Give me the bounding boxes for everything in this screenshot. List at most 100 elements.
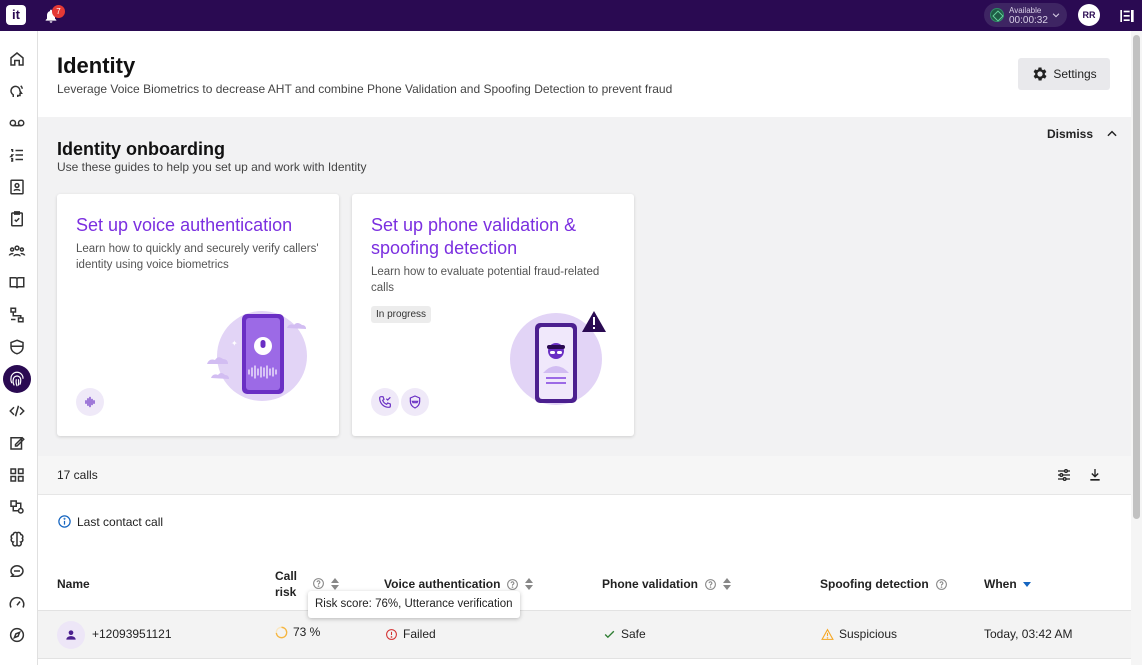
- voice-auth-status: Failed: [403, 627, 436, 641]
- soundwave-icon: [85, 396, 95, 408]
- fraud-phone-illustration: [510, 311, 606, 405]
- card-title[interactable]: Set up voice authentication: [76, 214, 326, 237]
- column-label: When: [984, 577, 1017, 591]
- nav-notes[interactable]: [5, 431, 29, 455]
- risk-value: 73 %: [293, 625, 321, 639]
- main-content: Identity Leverage Voice Biometrics to de…: [38, 31, 1131, 665]
- spoofing-cell: Suspicious: [821, 627, 897, 641]
- nav-apps[interactable]: [5, 463, 29, 487]
- nav-developer[interactable]: [5, 399, 29, 423]
- top-bar: it 7 Available 00:00:32 RR: [0, 0, 1142, 31]
- numbered-list-icon: [9, 149, 23, 162]
- chevron-down-icon: [1052, 13, 1060, 18]
- phone-validation-cell: Safe: [603, 627, 646, 641]
- flow-icon: [10, 307, 24, 323]
- nav-voice[interactable]: [5, 79, 29, 103]
- side-panel-icon[interactable]: [1119, 8, 1135, 24]
- svg-text:✦: ✦: [231, 339, 238, 348]
- help-circle-icon[interactable]: [935, 578, 948, 591]
- when-cell: Today, 03:42 AM: [984, 627, 1073, 641]
- shield-mask-icon: [409, 395, 421, 409]
- scrollbar-thumb[interactable]: [1133, 35, 1140, 519]
- spoofing-status: Suspicious: [839, 627, 898, 641]
- caller-number-text: +12093951121: [92, 627, 172, 641]
- nav-flows[interactable]: [5, 303, 29, 327]
- info-icon: [58, 515, 71, 528]
- nav-integrations[interactable]: [5, 495, 29, 519]
- column-header-spoofing[interactable]: Spoofing detection: [820, 577, 948, 591]
- card-title[interactable]: Set up phone validation & spoofing detec…: [371, 214, 621, 260]
- nav-tasks[interactable]: [5, 207, 29, 231]
- column-header-voice-auth[interactable]: Voice authentication: [384, 577, 534, 591]
- onboarding-subtitle: Use these guides to help you set up and …: [57, 160, 367, 174]
- call-risk-cell[interactable]: 73 %: [275, 625, 320, 639]
- risk-tooltip: Risk score: 76%, Utterance verification: [308, 591, 520, 618]
- last-contact-filter[interactable]: Last contact call: [57, 514, 163, 529]
- column-label: Voice authentication: [384, 577, 501, 591]
- check-icon: [604, 630, 615, 638]
- download-icon[interactable]: [1087, 467, 1103, 483]
- nav-identity[interactable]: [3, 365, 31, 393]
- phone-validation-status: Safe: [621, 627, 646, 641]
- sort-icon[interactable]: [723, 578, 732, 590]
- notification-badge: 7: [52, 5, 65, 18]
- filter-sliders-icon[interactable]: [1056, 467, 1072, 483]
- column-header-when[interactable]: When: [984, 577, 1031, 591]
- chevron-up-icon[interactable]: [1105, 127, 1119, 141]
- settings-button[interactable]: Settings: [1018, 58, 1110, 90]
- nav-lists[interactable]: [5, 143, 29, 167]
- nav-voicemail[interactable]: [5, 111, 29, 135]
- grid-icon: [10, 468, 24, 482]
- when-text: Today, 03:42 AM: [984, 627, 1073, 641]
- compass-icon: [9, 627, 25, 643]
- status-badge: In progress: [371, 306, 432, 323]
- fingerprint-icon: [10, 371, 24, 387]
- nav-security[interactable]: [5, 335, 29, 359]
- status-timer: 00:00:32: [1009, 15, 1048, 26]
- sort-icon[interactable]: [331, 577, 339, 590]
- user-avatar[interactable]: RR: [1078, 4, 1100, 26]
- nav-explore[interactable]: [5, 623, 29, 647]
- clipboard-check-icon: [11, 211, 23, 227]
- settings-label: Settings: [1053, 67, 1097, 81]
- caller-avatar: [57, 621, 85, 649]
- nav-dashboard[interactable]: [5, 591, 29, 615]
- calls-count: 17 calls: [57, 468, 98, 482]
- help-circle-icon[interactable]: [312, 577, 325, 590]
- nav-contacts[interactable]: [5, 175, 29, 199]
- nav-teams[interactable]: [5, 239, 29, 263]
- table-row[interactable]: +12093951121 73 % Failed Safe Suspicious…: [38, 610, 1131, 659]
- edit-note-icon: [10, 436, 25, 450]
- guide-card-phone-validation[interactable]: Set up phone validation & spoofing detec…: [352, 194, 634, 436]
- risk-ring-icon: [275, 626, 288, 638]
- last-contact-label: Last contact call: [77, 514, 164, 529]
- column-header-name[interactable]: Name: [57, 577, 90, 591]
- nav-ai[interactable]: [5, 527, 29, 551]
- onboarding-section: Identity onboarding Use these guides to …: [38, 117, 1131, 456]
- column-label: Spoofing detection: [820, 577, 929, 591]
- agent-status-dropdown[interactable]: Available 00:00:32: [984, 3, 1067, 27]
- voice-auth-cell: Failed: [385, 627, 436, 641]
- phone-check-icon: [379, 396, 391, 408]
- app-logo[interactable]: it: [6, 5, 26, 25]
- code-icon: [9, 405, 25, 417]
- sort-desc-icon[interactable]: [1022, 578, 1031, 590]
- column-header-call-risk[interactable]: Call risk: [275, 568, 297, 600]
- nav-chat[interactable]: [5, 559, 29, 583]
- nav-knowledge[interactable]: [5, 271, 29, 295]
- left-navigation: [0, 31, 38, 665]
- dismiss-button[interactable]: Dismiss: [1047, 127, 1093, 141]
- voice-head-icon: [10, 85, 23, 97]
- column-header-phone-validation[interactable]: Phone validation: [602, 577, 732, 591]
- shield-icon: [10, 339, 24, 355]
- guide-card-voice-auth[interactable]: Set up voice authentication Learn how to…: [57, 194, 339, 436]
- voice-phone-illustration: ✦: [207, 311, 307, 401]
- person-icon: [66, 630, 76, 640]
- help-circle-icon[interactable]: [704, 578, 717, 591]
- vertical-scrollbar[interactable]: [1131, 31, 1142, 665]
- status-label: Available: [1009, 6, 1042, 15]
- nav-home[interactable]: [5, 47, 29, 71]
- soundwave-badge: [76, 388, 104, 416]
- sort-icon[interactable]: [525, 578, 534, 590]
- help-circle-icon[interactable]: [506, 578, 519, 591]
